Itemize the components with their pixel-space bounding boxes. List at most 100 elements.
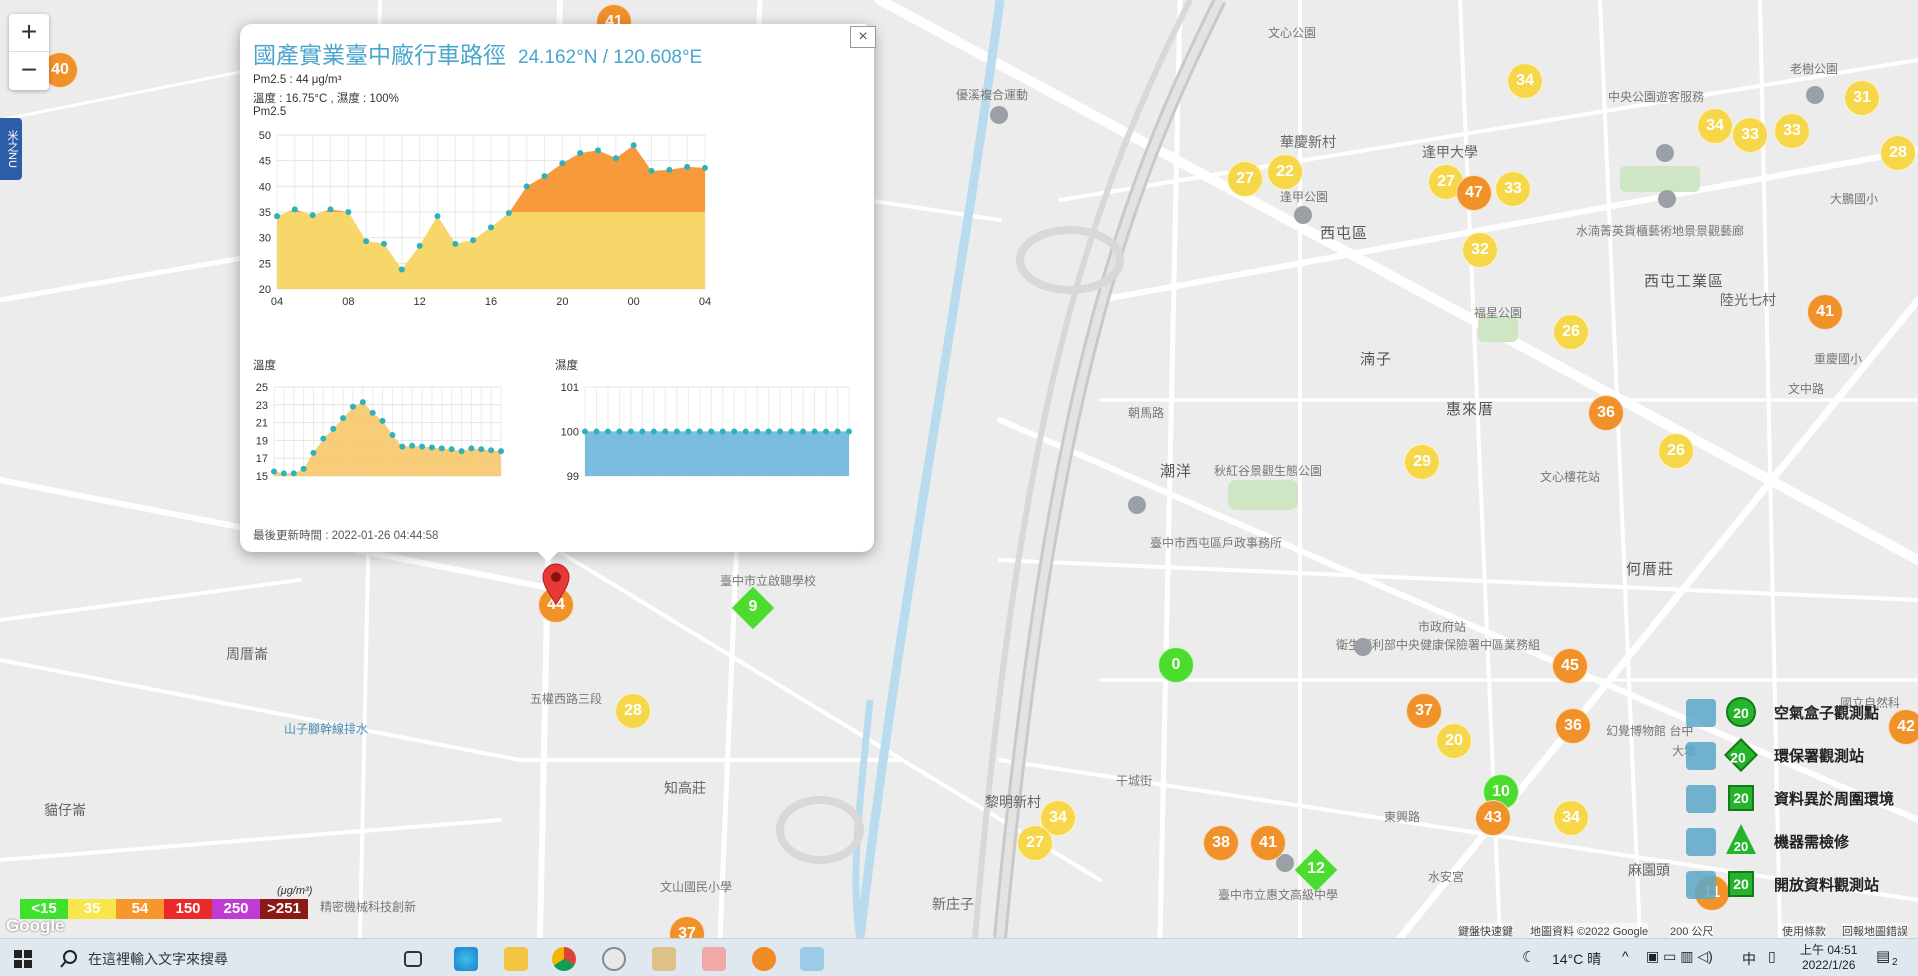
side-menu-tab[interactable]: 米之NU [0,118,22,180]
map-poi-icon[interactable] [1806,86,1824,104]
airbox-sensor-marker[interactable]: 26 [1553,314,1589,350]
color-scale-step: >251 [260,899,308,919]
chart-point [604,428,611,435]
taskbar-search-box[interactable]: 在這裡輸入文字來搜尋 [88,949,228,969]
map-poi-icon[interactable] [990,106,1008,124]
map-poi-icon[interactable] [1658,190,1676,208]
system-tray-icons[interactable]: ▣ ▭ ▥ ◁) [1646,948,1713,965]
chart-point [330,425,337,432]
chart-point [399,443,406,450]
map-legend: 20 空氣盒子觀測點 20 環保署觀測站 20 資料異於周圍環境 20 機器需檢修 20 開放資料… [1686,695,1918,910]
map-place-label: 市政府站 [1418,620,1467,634]
airbox-sensor-marker[interactable]: 27 [1227,161,1263,197]
chart-point [582,428,588,435]
app-icon[interactable] [800,947,824,971]
notification-icon[interactable]: ▤ [1876,947,1890,965]
airbox-sensor-marker[interactable]: 41 [1807,294,1843,330]
zoom-out-button[interactable]: − [9,52,49,90]
airbox-sensor-marker[interactable]: 33 [1732,117,1768,153]
clock-date[interactable]: 2022/1/26 [1802,958,1855,972]
airbox-sensor-marker[interactable]: 32 [1462,232,1498,268]
app-icon[interactable] [602,947,626,971]
airbox-sensor-marker[interactable]: 28 [1880,135,1916,171]
file-explorer-icon[interactable] [504,947,528,971]
airbox-sensor-marker[interactable]: 20 [1436,723,1472,759]
notification-count: 2 [1892,957,1898,968]
airbox-sensor-marker[interactable]: 45 [1552,648,1588,684]
airbox-sensor-marker[interactable]: 27 [1017,825,1053,861]
chart-point [673,428,680,435]
map-scale[interactable]: 200 公尺 [1670,923,1714,939]
app-icon[interactable] [652,947,676,971]
chart-point [452,240,459,247]
chart-point [666,166,673,173]
map-place-label: 華慶新村 [1280,134,1336,150]
legend-row: 20 空氣盒子觀測點 [1686,695,1918,738]
airbox-sensor-marker[interactable]: 33 [1495,171,1531,207]
task-view-icon[interactable] [404,951,422,967]
map-poi-icon[interactable] [1354,638,1372,656]
airbox-sensor-marker[interactable]: 41 [1250,825,1286,861]
airbox-sensor-marker[interactable]: 33 [1774,113,1810,149]
app-icon[interactable] [702,947,726,971]
terms-link[interactable]: 使用條款 [1782,923,1826,939]
map-place-label: 干城街 [1116,774,1153,788]
chart-area [585,431,849,476]
chart-point [559,160,566,167]
chart-y-tick: 23 [256,400,268,412]
chart-point [416,242,423,249]
map-place-label: 知高莊 [664,780,706,796]
airbox-sensor-marker[interactable]: 37 [1406,693,1442,729]
ime-indicator[interactable]: 中 [1742,949,1756,969]
chart-point [650,428,657,435]
chart-point [630,142,637,149]
blender-icon[interactable] [752,947,776,971]
map-place-label: 文中路 [1788,382,1825,396]
chart-x-tick: 04 [699,296,711,308]
report-error-link[interactable]: 回報地圖錯誤 [1842,923,1908,939]
airbox-sensor-marker[interactable]: 29 [1404,444,1440,480]
airbox-sensor-marker[interactable]: 43 [1475,800,1511,836]
map-place-label: 西屯工業區 [1644,273,1725,290]
map-poi-icon[interactable] [1128,496,1146,514]
chrome-icon[interactable] [552,947,576,971]
airbox-sensor-marker[interactable]: 26 [1658,433,1694,469]
airbox-sensor-marker[interactable]: 34 [1553,800,1589,836]
map-poi-icon[interactable] [1656,144,1674,162]
airbox-sensor-marker[interactable]: 38 [1203,825,1239,861]
ime-mode-icon[interactable]: ▯ [1768,948,1776,965]
keyboard-shortcuts-link[interactable]: 鍵盤快速鍵 [1458,923,1513,939]
chart-y-tick: 35 [259,207,271,219]
map-poi-icon[interactable] [1294,206,1312,224]
legend-symbol-value: 20 [1733,839,1749,854]
airbox-sensor-marker[interactable]: 36 [1588,395,1624,431]
chart-point [662,428,669,435]
map-pin-icon[interactable] [541,563,571,605]
chart-point [708,428,715,435]
clock-time[interactable]: 上午 04:51 [1800,941,1857,958]
edge-browser-icon[interactable] [454,947,478,971]
windows-start-icon[interactable] [14,950,32,968]
map-place-label: 幻覺博物館 台中 [1606,724,1694,738]
chart-point [612,155,619,162]
airbox-sensor-marker[interactable]: 0 [1158,647,1194,683]
map-place-label: 逢甲公園 [1280,190,1329,204]
airbox-sensor-marker[interactable]: 36 [1555,708,1591,744]
chart-point [754,428,761,435]
chart-point [595,147,601,154]
airbox-sensor-marker[interactable]: 22 [1267,154,1303,190]
airbox-sensor-marker[interactable]: 28 [615,693,651,729]
chart-point [577,149,584,156]
airbox-sensor-marker[interactable]: 34 [1697,108,1733,144]
chart-point [505,210,512,217]
airbox-sensor-marker[interactable]: 47 [1456,175,1492,211]
weather-status[interactable]: 14°C 晴 [1552,949,1601,969]
legend-row: 20 開放資料觀測站 [1686,867,1918,910]
zoom-in-button[interactable]: + [9,14,49,52]
airbox-sensor-marker[interactable]: 34 [1507,63,1543,99]
search-icon[interactable] [60,950,78,968]
chevron-up-icon[interactable]: ^ [1622,948,1629,964]
airbox-sensor-marker[interactable]: 31 [1844,80,1880,116]
chart-point [309,212,316,219]
color-scale-step: 54 [116,899,164,919]
